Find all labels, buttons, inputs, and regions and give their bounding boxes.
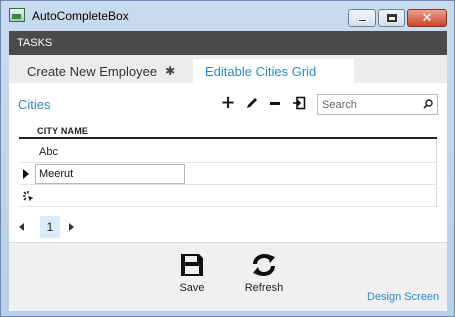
minimize-button[interactable] xyxy=(348,9,376,27)
save-icon xyxy=(181,254,203,276)
window-title: AutoCompleteBox xyxy=(32,9,129,23)
cities-grid: CITY NAME Abc xyxy=(19,125,437,207)
refresh-label: Refresh xyxy=(244,282,284,294)
app-icon xyxy=(9,8,25,22)
maximize-icon xyxy=(386,14,397,22)
previous-page-icon[interactable] xyxy=(19,223,24,231)
app-window: AutoCompleteBox ✕ TASKS Create New Emplo… xyxy=(0,0,455,317)
next-page-icon[interactable] xyxy=(69,223,74,231)
command-bar: Save Refresh Design Screen xyxy=(9,242,447,311)
grid-border xyxy=(436,139,437,207)
close-icon: ✕ xyxy=(421,10,433,26)
search-icon[interactable] xyxy=(422,98,434,110)
city-edit-input[interactable] xyxy=(35,164,185,184)
tab-create-new-employee[interactable]: Create New Employee ✱ xyxy=(15,59,187,83)
refresh-button[interactable]: Refresh xyxy=(236,253,292,294)
add-icon[interactable]: + xyxy=(220,94,236,112)
design-screen-link[interactable]: Design Screen xyxy=(367,291,439,303)
save-button[interactable]: Save xyxy=(169,253,215,294)
new-row-icon xyxy=(23,191,34,202)
tab-strip: Create New Employee ✱ Editable Cities Gr… xyxy=(9,55,447,83)
new-row[interactable] xyxy=(19,185,437,207)
city-cell: Abc xyxy=(39,146,58,158)
minimize-icon xyxy=(357,19,367,22)
page-number-button[interactable]: 1 xyxy=(40,216,60,238)
tab-label: Editable Cities Grid xyxy=(205,63,317,79)
delete-icon[interactable] xyxy=(267,95,283,111)
edit-icon[interactable] xyxy=(244,95,260,111)
close-button[interactable]: ✕ xyxy=(407,9,447,27)
column-header-city-name[interactable]: CITY NAME xyxy=(19,125,437,139)
search-input[interactable] xyxy=(318,95,418,114)
section-title: Cities xyxy=(18,97,51,112)
title-bar[interactable]: AutoCompleteBox ✕ xyxy=(1,1,454,31)
maximize-button[interactable] xyxy=(378,9,405,27)
tab-editable-cities-grid[interactable]: Editable Cities Grid xyxy=(193,59,354,83)
table-row-editing[interactable] xyxy=(19,163,437,185)
save-label: Save xyxy=(179,282,205,294)
export-icon[interactable] xyxy=(291,95,307,111)
table-row[interactable]: Abc xyxy=(19,141,437,163)
column-header-label: CITY NAME xyxy=(37,126,89,136)
tasks-bar[interactable]: TASKS xyxy=(9,31,447,55)
current-row-icon xyxy=(23,169,29,179)
tasks-label: TASKS xyxy=(17,37,53,49)
refresh-icon xyxy=(253,254,275,276)
tab-label: Create New Employee xyxy=(27,63,158,79)
pin-icon[interactable]: ✱ xyxy=(165,64,175,78)
client-area: TASKS Create New Employee ✱ Editable Cit… xyxy=(9,31,447,311)
search-box xyxy=(317,94,438,115)
